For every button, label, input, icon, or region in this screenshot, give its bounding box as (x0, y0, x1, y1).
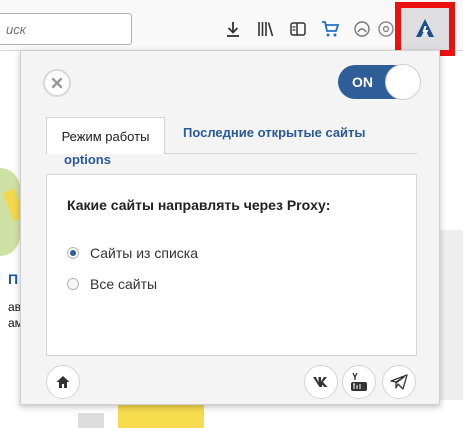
option-label: Сайты из списка (90, 245, 198, 261)
page-background-yellow-block (118, 405, 204, 428)
page-background-right-panel (440, 230, 463, 400)
radio-list-sites[interactable] (67, 247, 79, 259)
search-placeholder: иск (6, 22, 26, 37)
download-icon[interactable] (224, 20, 242, 38)
option-label: Все сайты (90, 276, 158, 292)
youtube-icon (351, 372, 367, 391)
telegram-icon (390, 374, 408, 390)
option-list-sites[interactable]: Сайты из списка (67, 245, 198, 261)
telegram-button[interactable] (382, 365, 416, 399)
tab-content-panel: Какие сайты направлять через Proxy: Сайт… (46, 174, 417, 356)
tab-mode[interactable]: Режим работы (46, 117, 165, 154)
sync-icon[interactable] (377, 20, 395, 38)
library-icon[interactable] (257, 20, 275, 38)
page-background-gray-block (78, 413, 104, 428)
tab-recent-sites[interactable]: Последние открытые сайты (183, 125, 366, 140)
search-input[interactable]: иск (0, 13, 132, 45)
vk-button[interactable] (304, 365, 338, 399)
tabs-divider (165, 153, 417, 154)
extension-button-highlight (395, 2, 455, 56)
radio-all-sites[interactable] (67, 278, 79, 290)
extension-icon[interactable] (401, 8, 449, 50)
proxy-question: Какие сайты направлять через Proxy: (67, 197, 331, 213)
page-background-bottom (0, 405, 463, 428)
close-button[interactable] (43, 69, 71, 97)
vk-icon (313, 377, 328, 387)
close-icon (51, 77, 63, 89)
toggle-knob (385, 64, 421, 100)
cart-icon[interactable] (321, 20, 339, 38)
youtube-button[interactable] (342, 365, 376, 399)
reader-icon[interactable] (289, 20, 307, 38)
home-button[interactable] (46, 365, 80, 399)
extension-popup: ON Режим работы Последние открытые сайты… (20, 50, 440, 405)
tab-options[interactable]: options (64, 152, 111, 167)
page-background-letter[interactable]: П (8, 271, 18, 287)
browser-toolbar: иск (0, 0, 463, 56)
proxy-toggle[interactable]: ON (338, 64, 421, 100)
home-icon (56, 376, 70, 388)
option-all-sites[interactable]: Все сайты (67, 276, 157, 292)
toggle-label: ON (352, 74, 373, 90)
account-icon[interactable] (353, 20, 371, 38)
